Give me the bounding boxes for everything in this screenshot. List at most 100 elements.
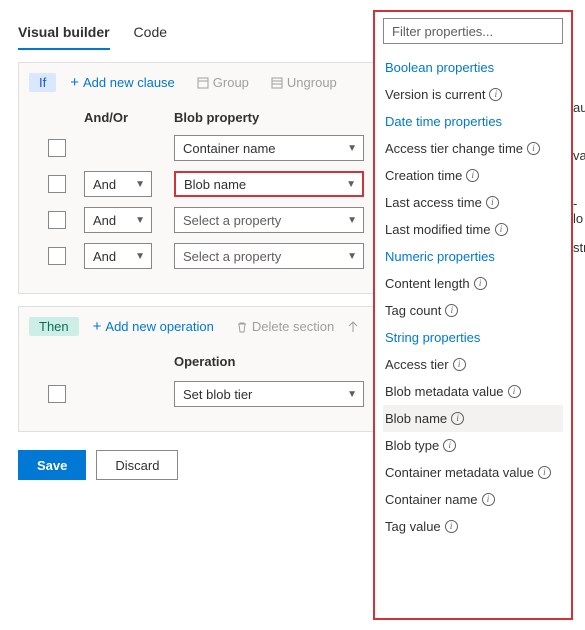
info-icon[interactable]: i (495, 223, 508, 236)
andor-select[interactable]: And ▼ (84, 171, 152, 197)
tab-code[interactable]: Code (134, 24, 167, 50)
chevron-down-icon: ▼ (135, 215, 145, 226)
info-icon[interactable]: i (538, 466, 551, 479)
panel-item-label: Tag count (385, 303, 441, 318)
info-icon[interactable]: i (443, 439, 456, 452)
panel-item-label: Tag value (385, 519, 441, 534)
operation-select[interactable]: Set blob tier ▼ (174, 381, 364, 407)
panel-item[interactable]: Blob type i (383, 432, 563, 459)
ungroup-button: Ungroup (271, 75, 337, 90)
discard-button[interactable]: Discard (96, 450, 178, 480)
panel-item[interactable]: Last modified time i (383, 216, 563, 243)
panel-item-label: Container metadata value (385, 465, 534, 480)
info-icon[interactable]: i (527, 142, 540, 155)
andor-value: And (93, 213, 116, 228)
arrow-up-icon (348, 321, 358, 333)
row-checkbox[interactable] (48, 139, 66, 157)
delete-section: Delete section (236, 319, 334, 334)
info-icon[interactable]: i (508, 385, 521, 398)
panel-item[interactable]: Access tier change time i (383, 135, 563, 162)
property-value: Blob name (184, 177, 246, 192)
panel-item[interactable]: Version is current i (383, 81, 563, 108)
property-select[interactable]: Select a property▼ (174, 207, 364, 233)
panel-item-label: Container name (385, 492, 478, 507)
then-chip: Then (29, 317, 79, 336)
row-checkbox[interactable] (48, 247, 66, 265)
property-dropdown-panel: Filter properties... Boolean propertiesV… (373, 10, 573, 620)
chevron-down-icon: ▼ (346, 179, 356, 190)
row-checkbox[interactable] (48, 175, 66, 193)
panel-item-label: Blob type (385, 438, 439, 453)
panel-item-label: Access tier change time (385, 141, 523, 156)
panel-item-label: Blob name (385, 411, 447, 426)
plus-icon: + (70, 74, 79, 91)
add-new-operation[interactable]: + Add new operation (93, 318, 214, 335)
add-new-clause[interactable]: + Add new clause (70, 74, 175, 91)
clipped-text: va (573, 148, 585, 163)
panel-item[interactable]: Container metadata value i (383, 459, 563, 486)
group-label: Group (213, 75, 249, 90)
info-icon[interactable]: i (482, 493, 495, 506)
header-andor: And/Or (84, 110, 174, 125)
delete-section-label: Delete section (252, 319, 334, 334)
info-icon[interactable]: i (486, 196, 499, 209)
andor-select[interactable]: And ▼ (84, 207, 152, 233)
panel-item[interactable]: Blob name i (383, 405, 563, 432)
info-icon[interactable]: i (451, 412, 464, 425)
andor-value: And (93, 249, 116, 264)
panel-item-label: Creation time (385, 168, 462, 183)
panel-item[interactable]: Last access time i (383, 189, 563, 216)
panel-item[interactable]: Tag value i (383, 513, 563, 540)
panel-item[interactable]: Tag count i (383, 297, 563, 324)
move-up (348, 321, 358, 333)
row-checkbox[interactable] (48, 211, 66, 229)
property-select[interactable]: Blob name ▼ (174, 171, 364, 197)
chevron-down-icon: ▼ (135, 251, 145, 262)
clipped-text: stri (573, 240, 585, 255)
panel-item[interactable]: Access tier i (383, 351, 563, 378)
chevron-down-icon: ▼ (347, 143, 357, 154)
tab-visual-builder[interactable]: Visual builder (18, 24, 110, 50)
ungroup-label: Ungroup (287, 75, 337, 90)
panel-item[interactable]: Creation time i (383, 162, 563, 189)
andor-select[interactable]: And ▼ (84, 243, 152, 269)
panel-item-label: Access tier (385, 357, 449, 372)
panel-item[interactable]: Container name i (383, 486, 563, 513)
filter-placeholder: Filter properties... (392, 24, 493, 39)
group-icon (197, 77, 209, 89)
op-row-checkbox[interactable] (48, 385, 66, 403)
info-icon[interactable]: i (453, 358, 466, 371)
info-icon[interactable]: i (445, 520, 458, 533)
add-clause-label: Add new clause (83, 75, 175, 90)
chevron-down-icon: ▼ (347, 389, 357, 400)
add-operation-label: Add new operation (105, 319, 213, 334)
panel-group-header: Numeric properties (383, 243, 563, 270)
panel-group-header: Boolean properties (383, 54, 563, 81)
chevron-down-icon: ▼ (347, 251, 357, 262)
trash-icon (236, 321, 248, 333)
save-button[interactable]: Save (18, 450, 86, 480)
andor-value: And (93, 177, 116, 192)
panel-item-label: Last modified time (385, 222, 491, 237)
panel-group-header: String properties (383, 324, 563, 351)
operation-value: Set blob tier (183, 387, 252, 402)
chevron-down-icon: ▼ (347, 215, 357, 226)
chevron-down-icon: ▼ (135, 179, 145, 190)
property-value: Container name (183, 141, 276, 156)
plus-icon: + (93, 318, 102, 335)
ungroup-icon (271, 77, 283, 89)
info-icon[interactable]: i (466, 169, 479, 182)
panel-item[interactable]: Content lengthi (383, 270, 563, 297)
panel-item-label: Last access time (385, 195, 482, 210)
property-select[interactable]: Container name ▼ (174, 135, 364, 161)
info-icon[interactable]: i (445, 304, 458, 317)
property-value: Select a property (183, 249, 281, 264)
group-button: Group (197, 75, 249, 90)
property-select[interactable]: Select a property ▼ (174, 243, 364, 269)
panel-item-label: Blob metadata value (385, 384, 504, 399)
info-icon[interactable]: i (489, 88, 502, 101)
filter-properties-input[interactable]: Filter properties... (383, 18, 563, 44)
info-icon[interactable]: i (474, 277, 487, 290)
panel-item[interactable]: Blob metadata value i (383, 378, 563, 405)
panel-item-label: Version is current (385, 87, 485, 102)
